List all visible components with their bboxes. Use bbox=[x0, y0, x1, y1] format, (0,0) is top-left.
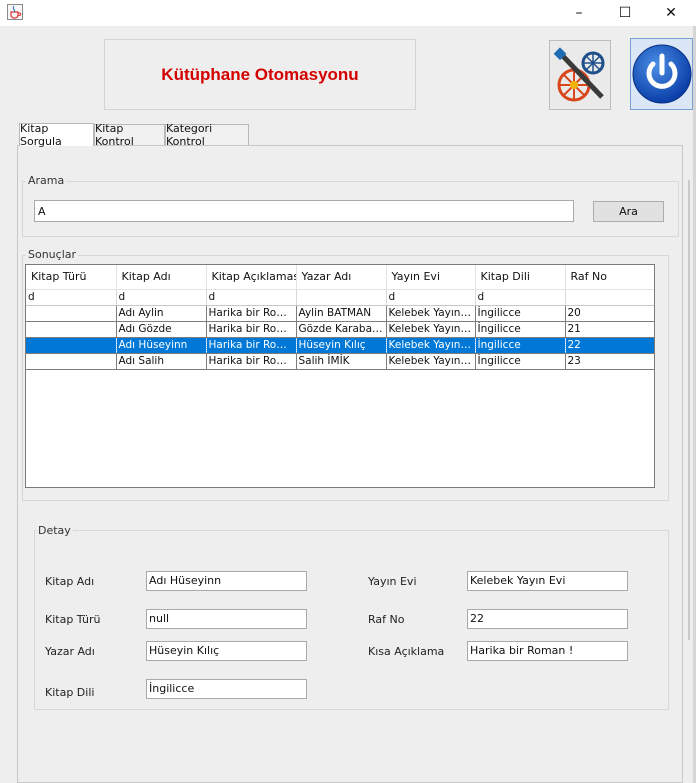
column-header[interactable]: Kitap Açıklaması bbox=[206, 265, 297, 290]
table-header-row: Kitap Türü Kitap Adı Kitap Açıklaması Ya… bbox=[26, 265, 654, 290]
raf-no-label: Raf No bbox=[368, 613, 405, 626]
table-cell[interactable] bbox=[26, 305, 117, 322]
table-cell[interactable]: Kelebek Yayın Evi bbox=[386, 337, 476, 354]
table-row[interactable]: Adı Salih Harika bir Roma... Salih İMİK Kel… bbox=[26, 353, 654, 370]
results-group-title: Sonuçlar bbox=[26, 248, 79, 261]
table-cell[interactable]: Kelebek Yayın Evi bbox=[386, 305, 476, 322]
yazar-adi-label: Yazar Adı bbox=[45, 645, 95, 658]
app-title: Kütüphane Otomasyonu bbox=[161, 64, 359, 84]
table-cell[interactable]: İngilicce bbox=[475, 353, 566, 370]
close-button[interactable]: ✕ bbox=[648, 0, 694, 26]
column-header[interactable]: Yayın Evi bbox=[386, 265, 476, 290]
filter-cell[interactable]: d bbox=[116, 289, 207, 306]
table-cell[interactable]: Harika bir Roma... bbox=[206, 337, 297, 354]
yayin-evi-label: Yayın Evi bbox=[368, 575, 417, 588]
maximize-button[interactable]: ☐ bbox=[602, 0, 648, 26]
results-table[interactable]: Kitap Türü Kitap Adı Kitap Açıklaması Ya… bbox=[25, 264, 655, 488]
table-row[interactable]: Adı Aylin Harika bir Roma... Aylin BATMAN K… bbox=[26, 305, 654, 322]
table-cell[interactable] bbox=[26, 321, 117, 338]
filter-row: d d d d d bbox=[26, 289, 654, 306]
column-header[interactable]: Yazar Adı bbox=[296, 265, 387, 290]
tab-kitap-sorgula[interactable]: Kitap Sorgula bbox=[19, 122, 94, 148]
yayin-evi-field[interactable]: Kelebek Yayın Evi bbox=[467, 571, 628, 591]
table-cell[interactable]: 23 bbox=[565, 353, 654, 370]
column-header[interactable]: Raf No bbox=[565, 265, 654, 290]
search-group-title: Arama bbox=[26, 174, 67, 187]
table-cell[interactable]: Adı Hüseyinn bbox=[116, 337, 207, 354]
filter-cell[interactable]: d bbox=[475, 289, 566, 306]
table-cell[interactable]: Adı Salih bbox=[116, 353, 207, 370]
header-panel: Kütüphane Otomasyonu bbox=[104, 39, 416, 110]
table-cell[interactable]: Harika bir Roma... bbox=[206, 305, 297, 322]
table-cell[interactable]: Harika bir Roma... bbox=[206, 353, 297, 370]
raf-no-field[interactable]: 22 bbox=[467, 609, 628, 629]
tab-kitap-kontrol[interactable]: Kitap Kontrol bbox=[94, 122, 165, 148]
tools-wheel-icon bbox=[553, 47, 605, 102]
table-row[interactable]: Adı Gözde Harika bir Roma... Gözde Karabac… bbox=[26, 321, 654, 338]
table-cell[interactable]: İngilicce bbox=[475, 305, 566, 322]
kisa-aciklama-label: Kısa Açıklama bbox=[368, 645, 445, 658]
table-cell[interactable] bbox=[26, 353, 117, 370]
yazar-adi-field[interactable]: Hüseyin Kılıç bbox=[146, 641, 307, 661]
search-input[interactable] bbox=[34, 200, 574, 222]
table-cell[interactable]: İngilicce bbox=[475, 337, 566, 354]
column-header[interactable]: Kitap Adı bbox=[116, 265, 207, 290]
table-cell[interactable]: Hüseyin Kılıç bbox=[296, 337, 387, 354]
column-header[interactable]: Kitap Türü bbox=[26, 265, 117, 290]
table-cell[interactable]: Adı Aylin bbox=[116, 305, 207, 322]
table-cell[interactable]: Adı Gözde bbox=[116, 321, 207, 338]
kisa-aciklama-field[interactable]: Harika bir Roman ! bbox=[467, 641, 628, 661]
search-button[interactable]: Ara bbox=[593, 201, 664, 222]
column-header[interactable]: Kitap Dili bbox=[475, 265, 566, 290]
table-cell[interactable]: Aylin BATMAN bbox=[296, 305, 387, 322]
table-cell[interactable]: 20 bbox=[565, 305, 654, 322]
tools-button[interactable] bbox=[549, 40, 611, 110]
kitap-turu-label: Kitap Türü bbox=[45, 613, 101, 626]
filter-cell[interactable]: d bbox=[386, 289, 476, 306]
kitap-adi-field[interactable]: Adı Hüseyinn bbox=[146, 571, 307, 591]
window-edge bbox=[688, 180, 690, 640]
kitap-dili-label: Kitap Dili bbox=[45, 686, 95, 699]
kitap-adi-label: Kitap Adı bbox=[45, 575, 95, 588]
filter-cell[interactable] bbox=[296, 289, 387, 306]
filter-cell[interactable]: d bbox=[26, 289, 117, 306]
table-cell[interactable]: Kelebek Yayın Evi bbox=[386, 353, 476, 370]
kitap-dili-field[interactable]: İngilicce bbox=[146, 679, 307, 699]
filter-cell[interactable] bbox=[565, 289, 654, 306]
kitap-turu-field[interactable]: null bbox=[146, 609, 307, 629]
java-cup-icon bbox=[7, 4, 23, 20]
table-cell[interactable]: İngilicce bbox=[475, 321, 566, 338]
minimize-button[interactable]: – bbox=[556, 0, 602, 26]
table-cell[interactable]: 22 bbox=[565, 337, 654, 354]
table-cell[interactable]: Kelebek Yayın Evi bbox=[386, 321, 476, 338]
detail-group-title: Detay bbox=[36, 524, 73, 537]
table-row[interactable]: Adı Hüseyinn Harika bir Roma... Hüseyin Kı… bbox=[26, 337, 654, 354]
table-cell[interactable]: Salih İMİK bbox=[296, 353, 387, 370]
table-cell[interactable] bbox=[26, 337, 117, 354]
power-button[interactable] bbox=[630, 38, 693, 110]
table-cell[interactable]: Harika bir Roma... bbox=[206, 321, 297, 338]
tab-kategori-kontrol[interactable]: Kategori Kontrol bbox=[165, 122, 249, 148]
power-icon bbox=[632, 44, 692, 104]
table-cell[interactable]: 21 bbox=[565, 321, 654, 338]
table-cell[interactable]: Gözde Karabacak bbox=[296, 321, 387, 338]
filter-cell[interactable]: d bbox=[206, 289, 297, 306]
